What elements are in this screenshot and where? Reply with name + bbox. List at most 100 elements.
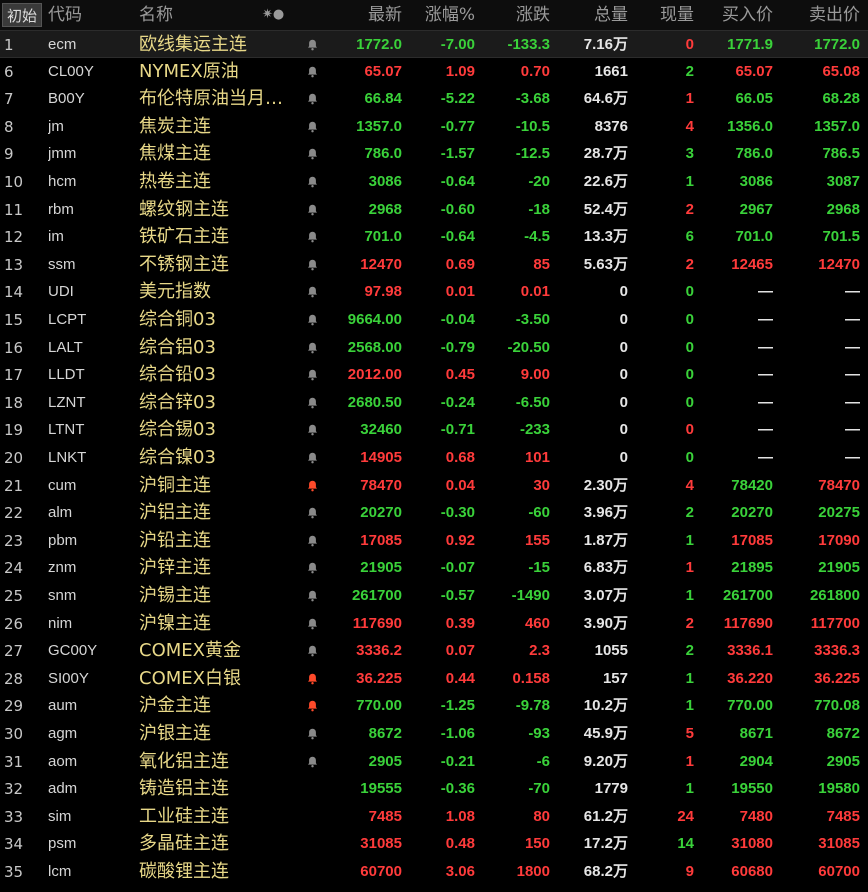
alert-bell-icon[interactable]: [304, 720, 320, 748]
alert-bell-icon[interactable]: [304, 196, 320, 224]
alert-bell-icon[interactable]: [304, 472, 320, 500]
table-row[interactable]: 34 psm 多晶硅主连 31085 0.48 150 17.2万 14 31080 31085: [0, 830, 868, 858]
ask-price: 21905: [818, 559, 860, 577]
alert-bell-icon[interactable]: [304, 31, 320, 59]
alert-bell-icon[interactable]: [304, 306, 320, 334]
bid-price: —: [758, 283, 773, 301]
alert-bell-icon[interactable]: [304, 140, 320, 168]
alert-bell-icon[interactable]: [304, 85, 320, 113]
alert-bell-icon[interactable]: [304, 582, 320, 610]
col-header-ask[interactable]: 卖出价: [778, 0, 860, 30]
alert-bell-icon[interactable]: [304, 416, 320, 444]
col-header-pct[interactable]: 涨幅%: [405, 0, 475, 30]
col-header-volume[interactable]: 总量: [552, 0, 628, 30]
alert-bell-icon[interactable]: [304, 444, 320, 472]
table-row[interactable]: 9 jmm 焦煤主连 786.0 -1.57 -12.5 28.7万 3 786.0 786.5: [0, 140, 868, 168]
row-index: 16: [4, 338, 24, 357]
alert-bell-icon[interactable]: [304, 858, 320, 886]
table-row[interactable]: 27 GC00Y COMEX黄金 3336.2 0.07 2.3 1055 2 3336.1 33…: [0, 637, 868, 665]
col-header-last[interactable]: 最新: [320, 0, 402, 30]
row-index: 6: [4, 62, 14, 81]
bid-price: —: [758, 421, 773, 439]
table-row[interactable]: 13 ssm 不锈钢主连 12470 0.69 85 5.63万 2 12465 12470: [0, 251, 868, 279]
alert-bell-icon[interactable]: [304, 361, 320, 389]
col-header-name[interactable]: 名称: [139, 0, 173, 30]
instrument-name: 沪铝主连: [139, 502, 211, 524]
table-row[interactable]: 28 SI00Y COMEX白银 36.225 0.44 0.158 157 1 36.220 3…: [0, 665, 868, 693]
alert-bell-icon[interactable]: [304, 113, 320, 141]
col-header-bid[interactable]: 买入价: [697, 0, 773, 30]
last-price: 9664.00: [347, 311, 402, 328]
table-row[interactable]: 33 sim 工业硅主连 7485 1.08 80 61.2万 24 7480 7485: [0, 803, 868, 831]
last-price: 2905: [368, 752, 402, 770]
change-value: -20: [528, 173, 550, 190]
table-row[interactable]: 20 LNKT 综合镍03 14905 0.68 101 0 0 — —: [0, 444, 868, 472]
change-percent: 1.09: [445, 62, 475, 80]
alert-bell-icon[interactable]: [304, 389, 320, 417]
table-row[interactable]: 25 snm 沪锡主连 261700 -0.57 -1490 3.07万 1 261700 261…: [0, 582, 868, 610]
change-value: -93: [528, 725, 550, 742]
alert-bell-icon[interactable]: [304, 748, 320, 776]
alert-bell-icon[interactable]: [304, 637, 320, 665]
alert-bell-icon[interactable]: [304, 692, 320, 720]
table-row[interactable]: 15 LCPT 综合铜03 9664.00 -0.04 -3.50 0 0 — —: [0, 306, 868, 334]
table-row[interactable]: 17 LLDT 综合铅03 2012.00 0.45 9.00 0 0 — —: [0, 361, 868, 389]
table-row[interactable]: 10 hcm 热卷主连 3086 -0.64 -20 22.6万 1 3086 3087: [0, 168, 868, 196]
alert-bell-icon[interactable]: [304, 803, 320, 831]
table-row[interactable]: 31 aom 氧化铝主连 2905 -0.21 -6 9.20万 1 2904 2905: [0, 748, 868, 776]
alert-bell-icon[interactable]: [304, 610, 320, 638]
alert-bell-icon[interactable]: [304, 830, 320, 858]
row-index: 21: [4, 476, 24, 495]
symbol-code: cum: [48, 476, 77, 494]
alert-bell-icon[interactable]: [304, 527, 320, 555]
table-row[interactable]: 23 pbm 沪铅主连 17085 0.92 155 1.87万 1 17085 17090: [0, 527, 868, 555]
alert-bell-icon[interactable]: [304, 278, 320, 306]
alert-bell-icon[interactable]: [304, 775, 320, 803]
col-header-change[interactable]: 涨跌: [478, 0, 550, 30]
alert-bell-icon[interactable]: [304, 665, 320, 693]
table-row[interactable]: 22 alm 沪铝主连 20270 -0.30 -60 3.96万 2 20270 20275: [0, 499, 868, 527]
col-header-code[interactable]: 代码: [48, 0, 82, 30]
table-row[interactable]: 29 aum 沪金主连 770.00 -1.25 -9.78 10.2万 1 770.00 770…: [0, 692, 868, 720]
alert-bell-icon[interactable]: [304, 554, 320, 582]
table-row[interactable]: 21 cum 沪铜主连 78470 0.04 30 2.30万 4 78420 78470: [0, 472, 868, 500]
table-row[interactable]: 35 lcm 碳酸锂主连 60700 3.06 1800 68.2万 9 60680 60700: [0, 858, 868, 886]
alert-bell-icon[interactable]: [304, 334, 320, 362]
symbol-code: LTNT: [48, 421, 85, 439]
table-row[interactable]: 6 CL00Y NYMEX原油 65.07 1.09 0.70 1661 2 65.07 65.0…: [0, 58, 868, 86]
alert-bell-icon[interactable]: [304, 168, 320, 196]
change-percent: -0.60: [440, 200, 475, 218]
table-row[interactable]: 32 adm 铸造铝主连 19555 -0.36 -70 1779 1 19550 19580: [0, 775, 868, 803]
table-row[interactable]: 26 nim 沪镍主连 117690 0.39 460 3.90万 2 117690 117700: [0, 610, 868, 638]
table-row[interactable]: 16 LALT 综合铝03 2568.00 -0.79 -20.50 0 0 — —: [0, 334, 868, 362]
table-row[interactable]: 30 agm 沪银主连 8672 -1.06 -93 45.9万 5 8671 8672: [0, 720, 868, 748]
table-row[interactable]: 18 LZNT 综合锌03 2680.50 -0.24 -6.50 0 0 — —: [0, 389, 868, 417]
bid-price: —: [758, 338, 773, 356]
instrument-name: 铁矿石主连: [139, 226, 229, 248]
instrument-name: 热卷主连: [139, 171, 211, 192]
table-row[interactable]: 11 rbm 螺纹钢主连 2968 -0.60 -18 52.4万 2 2967 2968: [0, 196, 868, 224]
alert-bell-icon[interactable]: [304, 499, 320, 527]
row-index: 32: [4, 780, 24, 799]
alert-bell-icon[interactable]: [304, 223, 320, 251]
ask-price: 117700: [810, 614, 860, 632]
change-value: 155: [524, 531, 550, 549]
table-row[interactable]: 14 UDI 美元指数 97.98 0.01 0.01 0 0 — —: [0, 278, 868, 306]
settings-icon[interactable]: ✷●: [262, 0, 284, 30]
table-row[interactable]: 24 znm 沪锌主连 21905 -0.07 -15 6.83万 1 21895 21905: [0, 554, 868, 582]
alert-bell-icon[interactable]: [304, 58, 320, 86]
bid-price: 117690: [723, 614, 773, 632]
last-price: 2012.00: [347, 366, 402, 384]
table-row[interactable]: 7 B00Y 布伦特原油当月… 66.84 -5.22 -3.68 64.6万 1 66.05 6…: [0, 85, 868, 113]
table-row[interactable]: 19 LTNT 综合锡03 32460 -0.71 -233 0 0 — —: [0, 416, 868, 444]
reset-button[interactable]: 初始: [2, 3, 42, 27]
total-volume: 2.30万: [583, 476, 628, 494]
instrument-name: 布伦特原油当月…: [139, 88, 283, 110]
table-row[interactable]: 8 jm 焦炭主连 1357.0 -0.77 -10.5 8376 4 1356.0 1357.0: [0, 113, 868, 141]
table-row[interactable]: 1 ecm 欧线集运主连 1772.0 -7.00 -133.3 7.16万 0 1771.9 1…: [0, 30, 868, 58]
table-row[interactable]: 12 im 铁矿石主连 701.0 -0.64 -4.5 13.3万 6 701.0 701.5: [0, 223, 868, 251]
last-price: 3336.2: [356, 642, 402, 660]
col-header-current[interactable]: 现量: [632, 0, 694, 30]
alert-bell-icon[interactable]: [304, 251, 320, 279]
total-volume: 0: [619, 283, 628, 301]
